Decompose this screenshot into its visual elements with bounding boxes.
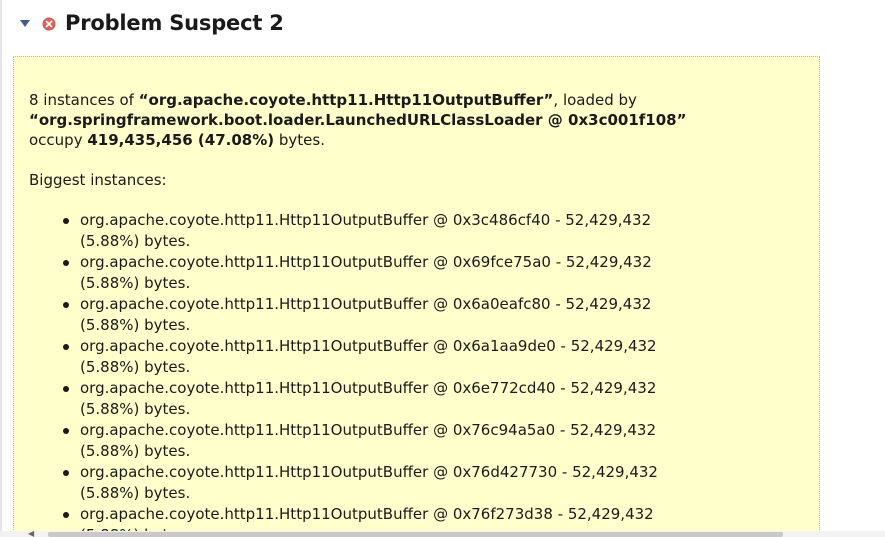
instances-list: org.apache.coyote.http11.Http11OutputBuf… <box>63 210 763 537</box>
instance-text: org.apache.coyote.http11.Http11OutputBuf… <box>80 379 657 397</box>
summary-occupy: occupy <box>29 131 88 149</box>
instance-size: (5.88%) bytes. <box>80 274 191 292</box>
list-item[interactable]: org.apache.coyote.http11.Http11OutputBuf… <box>63 252 763 294</box>
triangle-down-icon[interactable] <box>18 16 32 30</box>
instance-size: (5.88%) bytes. <box>80 442 191 460</box>
instance-text: org.apache.coyote.http11.Http11OutputBuf… <box>80 295 652 313</box>
instance-size: (5.88%) bytes. <box>80 484 191 502</box>
instance-text: org.apache.coyote.http11.Http11OutputBuf… <box>80 421 656 439</box>
scrollbar-thumb[interactable] <box>48 532 783 537</box>
instance-text: org.apache.coyote.http11.Http11OutputBuf… <box>80 463 658 481</box>
left-edge <box>0 0 2 537</box>
report-page: Problem Suspect 2 8 instances of “org.ap… <box>0 0 885 537</box>
instance-size: (5.88%) bytes. <box>80 232 191 250</box>
list-item[interactable]: org.apache.coyote.http11.Http11OutputBuf… <box>63 420 763 462</box>
instance-text: org.apache.coyote.http11.Http11OutputBuf… <box>80 253 652 271</box>
instance-text: org.apache.coyote.http11.Http11OutputBuf… <box>80 211 652 229</box>
list-item[interactable]: org.apache.coyote.http11.Http11OutputBuf… <box>63 462 763 504</box>
list-item[interactable]: org.apache.coyote.http11.Http11OutputBuf… <box>63 210 763 252</box>
suspect-summary: 8 instances of “org.apache.coyote.http11… <box>29 90 809 150</box>
page-title: Problem Suspect 2 <box>65 11 284 35</box>
scroll-left-icon[interactable]: ◀ <box>28 530 38 537</box>
instance-size: (5.88%) bytes. <box>80 400 191 418</box>
list-item[interactable]: org.apache.coyote.http11.Http11OutputBuf… <box>63 294 763 336</box>
instance-size: (5.88%) bytes. <box>80 358 191 376</box>
list-item[interactable]: org.apache.coyote.http11.Http11OutputBuf… <box>63 378 763 420</box>
instance-text: org.apache.coyote.http11.Http11OutputBuf… <box>80 337 657 355</box>
suspect-header: Problem Suspect 2 <box>18 8 284 38</box>
summary-loader: “org.springframework.boot.loader.Launche… <box>29 111 687 129</box>
summary-bytes: bytes. <box>274 131 325 149</box>
summary-size: 419,435,456 (47.08%) <box>87 131 275 149</box>
summary-loaded-by: , loaded by <box>553 91 637 109</box>
instance-size: (5.88%) bytes. <box>80 316 191 334</box>
suspect-panel: 8 instances of “org.apache.coyote.http11… <box>13 56 820 537</box>
instance-text: org.apache.coyote.http11.Http11OutputBuf… <box>80 505 654 523</box>
summary-class-name: “org.apache.coyote.http11.Http11OutputBu… <box>138 91 554 109</box>
biggest-instances-label: Biggest instances: <box>29 171 167 189</box>
summary-prefix: 8 instances of <box>29 91 139 109</box>
error-icon <box>42 16 56 31</box>
list-item[interactable]: org.apache.coyote.http11.Http11OutputBuf… <box>63 336 763 378</box>
